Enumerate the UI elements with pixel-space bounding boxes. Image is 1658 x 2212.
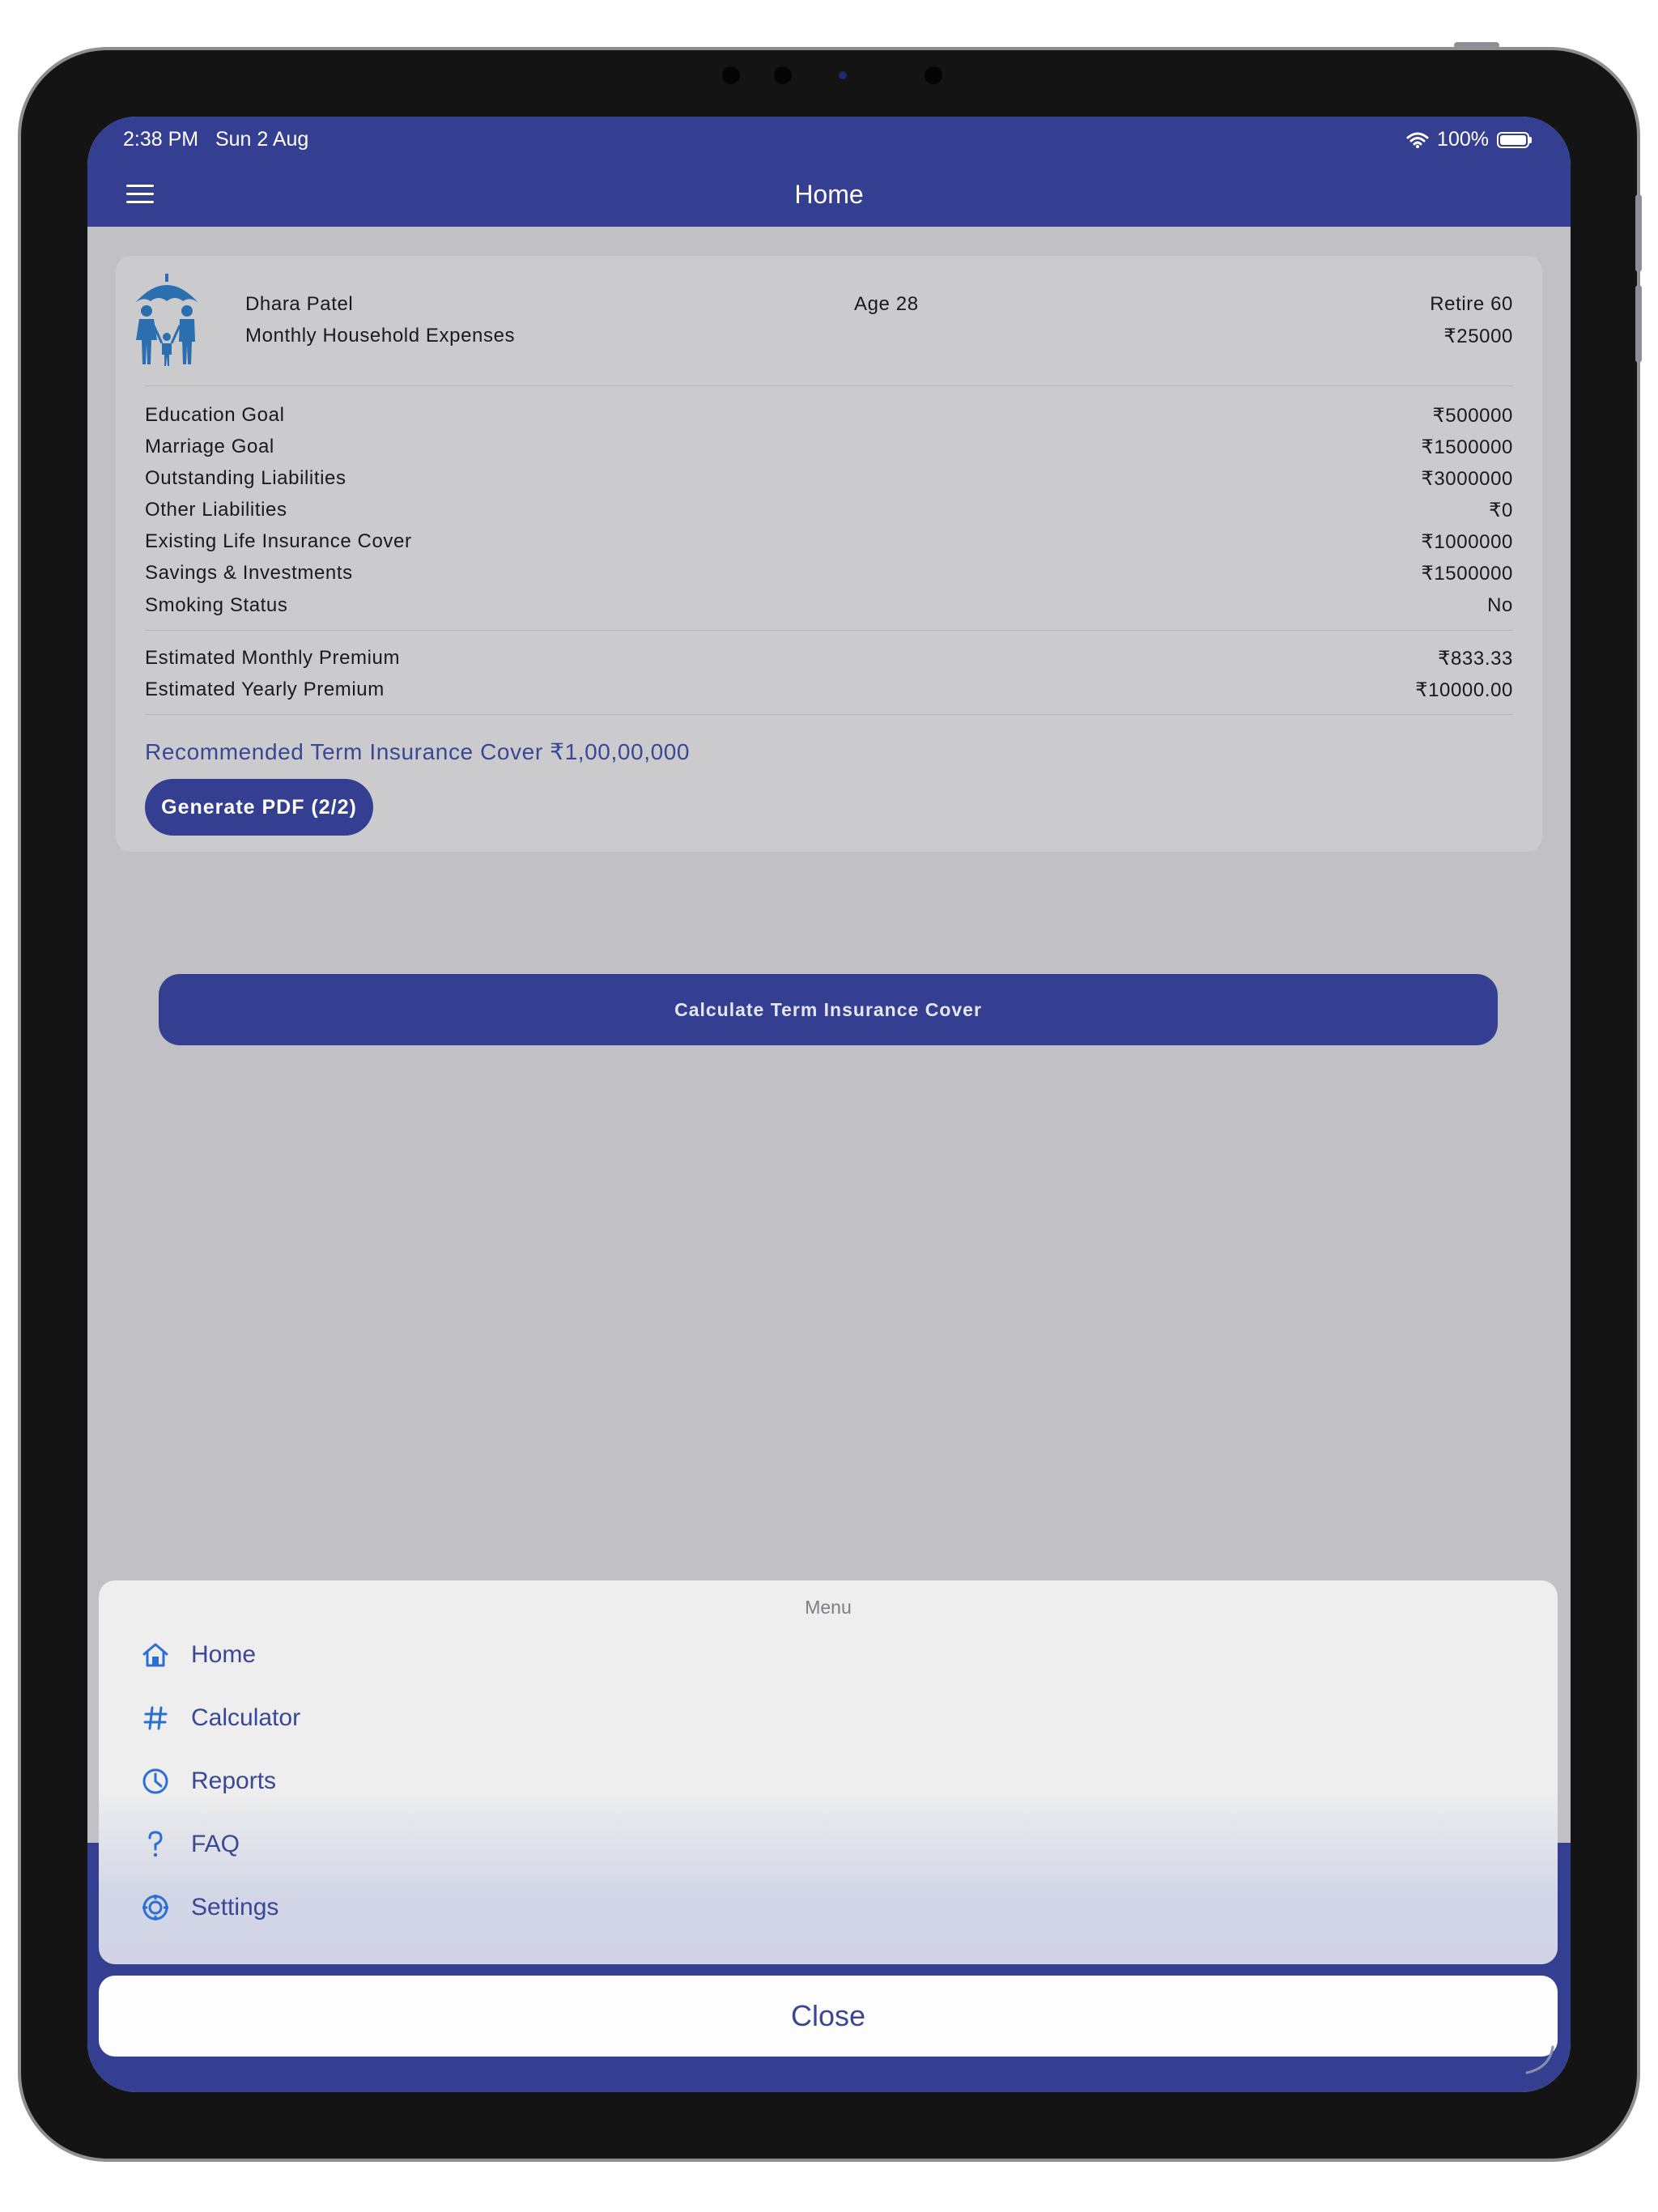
volume-up-button: [1635, 194, 1642, 272]
menu-item-label: Calculator: [191, 1704, 301, 1731]
profile-retire-age: Retire 60: [1430, 293, 1513, 315]
sensor-dot: [925, 66, 942, 84]
settings-icon: [139, 1891, 172, 1924]
menu-item-label: FAQ: [191, 1831, 240, 1857]
detail-label: Smoking Status: [145, 594, 288, 616]
menu-item-label: Settings: [191, 1894, 279, 1921]
profile-name: Dhara Patel: [245, 293, 354, 315]
top-button: [1454, 42, 1499, 49]
divider: [145, 714, 1513, 715]
page-title: Home: [794, 180, 864, 209]
sensor-dot: [722, 66, 740, 84]
divider: [145, 630, 1513, 631]
calculate-cover-button[interactable]: Calculate Term Insurance Cover: [159, 974, 1498, 1045]
battery-icon: [1497, 131, 1532, 148]
detail-label: Education Goal: [145, 404, 285, 426]
resize-corner-icon: [1525, 2045, 1554, 2074]
divider: [145, 385, 1513, 386]
close-button[interactable]: Close: [99, 1976, 1558, 2057]
hash-icon: [139, 1702, 172, 1734]
family-umbrella-icon: [135, 274, 198, 366]
yearly-premium-label: Estimated Yearly Premium: [145, 678, 385, 700]
detail-label: Savings & Investments: [145, 562, 353, 584]
home-icon: [139, 1639, 172, 1671]
question-icon: [139, 1828, 172, 1861]
detail-label: Existing Life Insurance Cover: [145, 530, 412, 552]
monthly-premium-value: ₹833.33: [1438, 648, 1513, 670]
expenses-value: ₹25000: [1443, 325, 1513, 347]
yearly-premium-value: ₹10000.00: [1415, 679, 1513, 701]
detail-label: Outstanding Liabilities: [145, 467, 346, 489]
sensor-dot: [774, 66, 792, 84]
navigation-bar: 2:38 PM Sun 2 Aug 100% Home: [87, 117, 1571, 227]
status-time: 2:38 PM Sun 2 Aug: [123, 128, 308, 151]
detail-value: No: [1487, 594, 1513, 616]
detail-value: ₹0: [1489, 500, 1513, 521]
detail-value: ₹3000000: [1421, 468, 1513, 490]
app-screen: 2:38 PM Sun 2 Aug 100% Home Dhara Patel …: [87, 117, 1571, 2092]
menu-item-settings[interactable]: Settings: [139, 1883, 278, 1932]
wifi-icon: [1406, 132, 1429, 148]
clock-icon: [139, 1765, 172, 1797]
menu-item-label: Reports: [191, 1767, 277, 1794]
camera-icon: [839, 71, 847, 79]
menu-action-sheet: Menu Home Calculator Reports FAQ Setting…: [99, 1580, 1558, 1964]
profile-age: Age 28: [854, 293, 919, 315]
detail-label: Marriage Goal: [145, 436, 274, 457]
detail-value: ₹1500000: [1421, 563, 1513, 585]
menu-item-label: Home: [191, 1641, 257, 1668]
detail-value: ₹500000: [1432, 405, 1513, 427]
menu-item-home[interactable]: Home: [139, 1631, 256, 1679]
menu-item-reports[interactable]: Reports: [139, 1757, 276, 1806]
expenses-label: Monthly Household Expenses: [245, 325, 516, 347]
detail-value: ₹1000000: [1421, 531, 1513, 553]
battery-percentage: 100%: [1437, 128, 1489, 151]
detail-value: ₹1500000: [1421, 436, 1513, 458]
volume-down-button: [1635, 285, 1642, 363]
recommended-cover-text: Recommended Term Insurance Cover ₹1,00,0…: [145, 739, 691, 764]
menu-item-calculator[interactable]: Calculator: [139, 1694, 300, 1742]
menu-title: Menu: [805, 1597, 852, 1618]
status-indicators: 100%: [1406, 128, 1532, 151]
generate-pdf-button[interactable]: Generate PDF (2/2): [145, 779, 373, 836]
status-date-text: Sun 2 Aug: [215, 128, 309, 151]
monthly-premium-label: Estimated Monthly Premium: [145, 647, 401, 669]
status-time-text: 2:38 PM: [123, 128, 199, 151]
detail-label: Other Liabilities: [145, 499, 287, 521]
menu-item-faq[interactable]: FAQ: [139, 1820, 240, 1869]
summary-card: Dhara Patel Age 28 Retire 60 Monthly Hou…: [116, 256, 1542, 852]
